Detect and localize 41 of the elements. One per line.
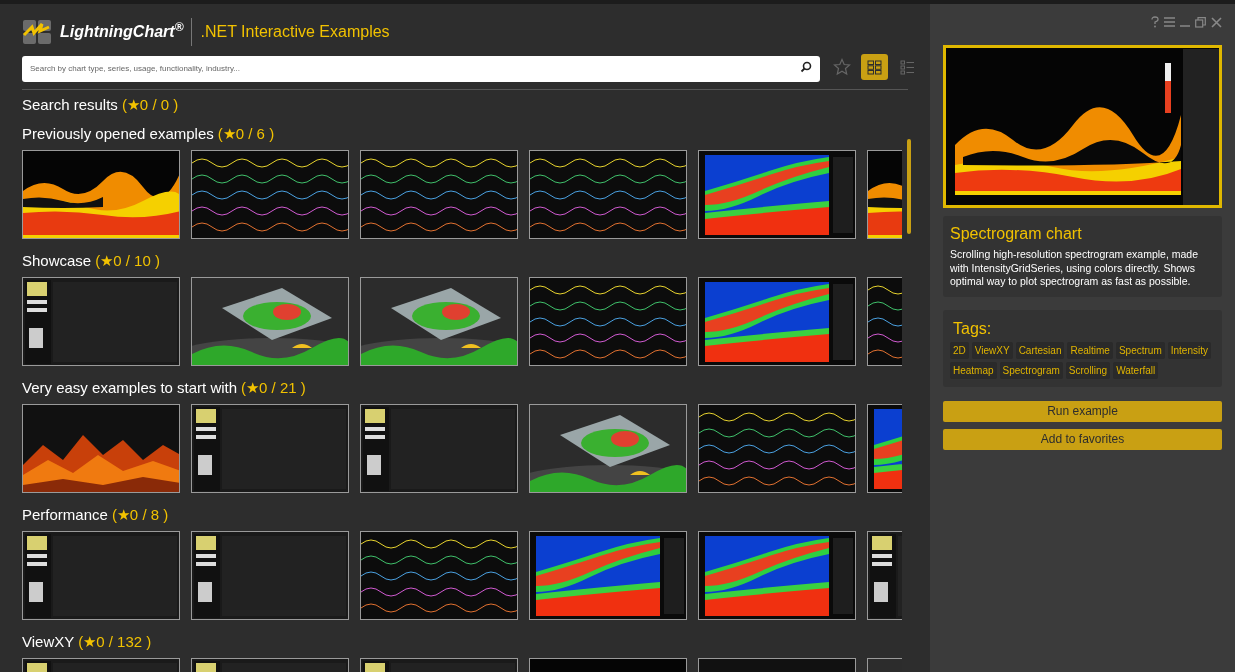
favorites-count: (★0 / 6 ) <box>217 123 275 144</box>
example-description: Scrolling high-resolution spectrogram example, made with IntensityGridSeries, using colors directly. Shows optimal way to plot spectrogram as fast as possible. <box>950 248 1200 289</box>
favorites-count: (★0 / 8 ) <box>111 504 169 525</box>
tag[interactable]: Cartesian <box>1015 341 1065 359</box>
logo-icon <box>22 19 52 45</box>
tag[interactable]: Realtime <box>1067 341 1113 359</box>
tag[interactable]: Scrolling <box>1065 361 1111 379</box>
star-icon <box>832 58 851 76</box>
restore-icon[interactable] <box>1195 16 1206 28</box>
tag[interactable]: Heatmap <box>950 361 997 379</box>
scrollbar-thumb[interactable] <box>907 139 911 234</box>
example-title: Spectrogram chart <box>950 224 1083 244</box>
favorites-count: (★0 / 0 ) <box>121 94 179 115</box>
favorites-count: (★0 / 10 ) <box>95 250 160 271</box>
tag[interactable]: 2D <box>950 341 969 359</box>
section-title: Very easy examples to start with <box>22 377 238 398</box>
favorites-count: (★0 / 132 ) <box>78 631 152 652</box>
section-title: Showcase <box>22 250 92 271</box>
app-title: .NET Interactive Examples <box>200 22 390 42</box>
grid-icon <box>867 59 882 75</box>
close-icon[interactable] <box>1211 16 1222 28</box>
section-title: Search results <box>22 94 118 115</box>
list-icon <box>900 59 915 75</box>
section-title: ViewXY <box>22 631 75 652</box>
search-icon[interactable] <box>800 61 812 73</box>
add-to-favorites-button[interactable]: Add to favorites <box>943 428 1222 450</box>
section-title: Performance <box>22 504 108 525</box>
section-title: Previously opened examples <box>22 123 214 144</box>
tag[interactable]: Spectrogram <box>999 361 1063 379</box>
menu-icon[interactable] <box>1164 17 1175 27</box>
tag[interactable]: ViewXY <box>971 341 1013 359</box>
tag[interactable]: Intensity <box>1167 341 1211 359</box>
run-example-button[interactable]: Run example <box>943 400 1222 422</box>
logo-text: LightningChart$^{®}$ <box>60 20 184 42</box>
tags-heading: Tags: <box>952 318 993 339</box>
search-field[interactable]: Search by chart type, series, usage, functionality, industry... <box>22 55 820 82</box>
tag[interactable]: Waterfall <box>1113 361 1159 379</box>
favorites-count: (★0 / 21 ) <box>241 377 306 398</box>
help-icon[interactable] <box>1151 16 1159 28</box>
tag[interactable]: Spectrum <box>1115 341 1165 359</box>
grid-view-button[interactable] <box>861 54 888 80</box>
